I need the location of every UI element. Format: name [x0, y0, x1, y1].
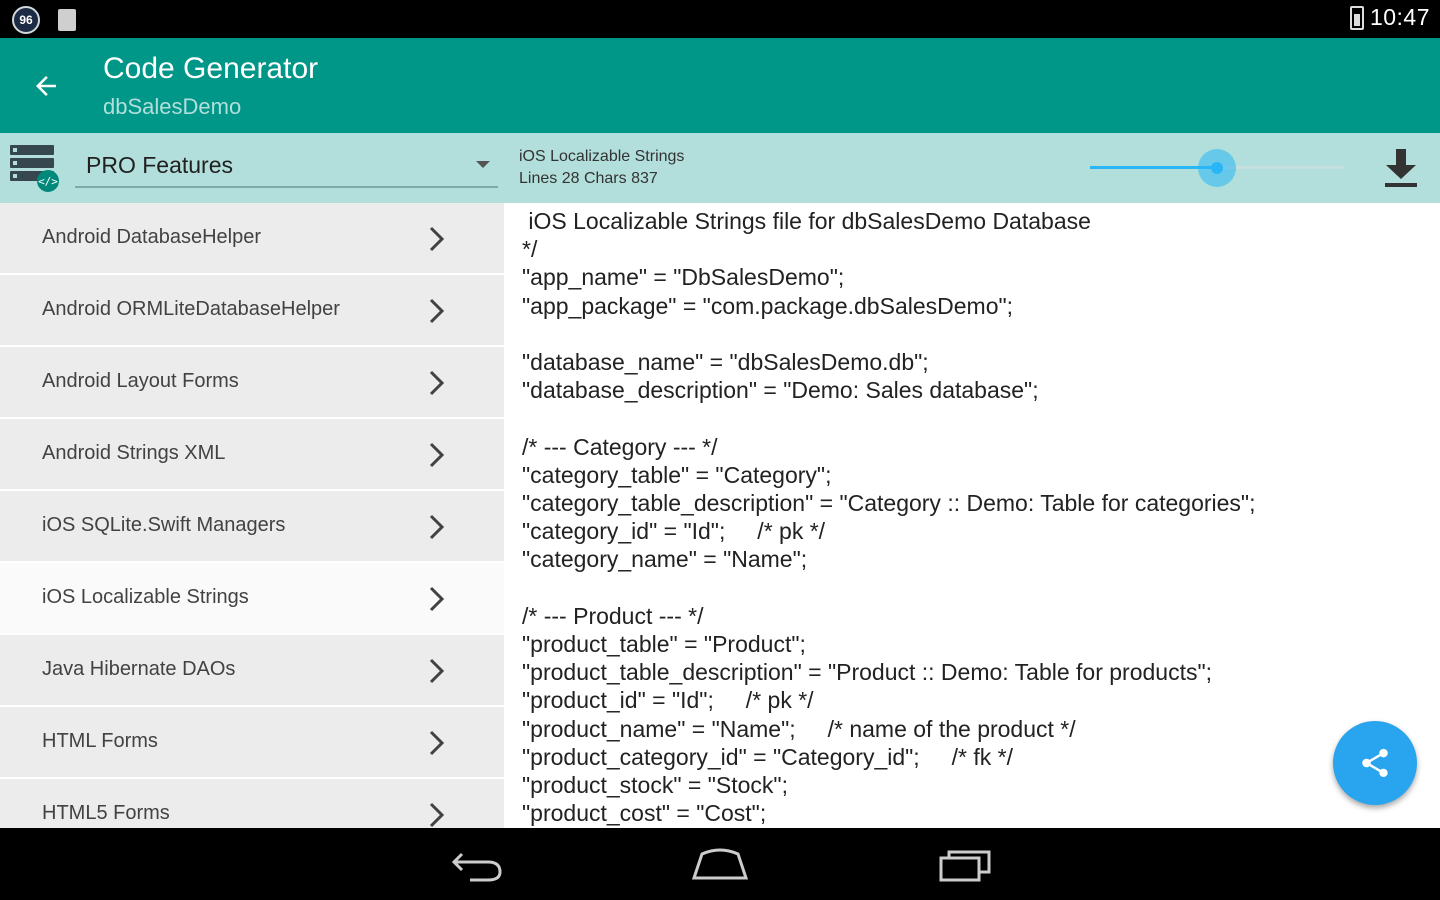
sd-card-icon [58, 9, 76, 31]
status-right: 10:47 [1349, 4, 1430, 31]
spinner-selected-label: PRO Features [86, 152, 233, 178]
code-line: "database_description" = "Demo: Sales da… [522, 377, 1039, 404]
chevron-right-icon [429, 298, 445, 324]
code-text: iOS Localizable Strings file for dbSales… [522, 207, 1255, 827]
list-item-label: iOS Localizable Strings [42, 586, 249, 608]
home-nav-icon[interactable] [690, 842, 750, 886]
list-item-label: Android DatabaseHelper [42, 226, 262, 248]
clock: 10:47 [1369, 4, 1430, 30]
notification-badge-icon: 96 [12, 6, 40, 34]
code-line: iOS Localizable Strings file for dbSales… [522, 208, 1091, 234]
code-line: "database_name" = "dbSalesDemo.db"; [522, 349, 929, 375]
share-button[interactable] [1333, 721, 1417, 805]
code-line: "product_table" = "Product"; [522, 631, 806, 657]
chevron-right-icon [429, 730, 445, 756]
list-item-label: Android Layout Forms [42, 370, 239, 392]
code-line: /* --- Category --- */ [522, 433, 718, 460]
code-line: */ [522, 236, 538, 263]
slider-thumb-core [1211, 162, 1223, 174]
chevron-right-icon [429, 658, 445, 684]
app-bar: Code Generator dbSalesDemo [0, 38, 1440, 133]
dropdown-arrow-icon [476, 161, 490, 168]
list-item-label: HTML5 Forms [42, 802, 170, 824]
file-info: iOS Localizable Strings Lines 28 Chars 8… [519, 146, 684, 190]
file-stats-label: Lines 28 Chars 837 [519, 170, 658, 187]
code-line: "app_name" = "DbSalesDemo"; [522, 264, 845, 291]
code-line: "category_name" = "Name"; [522, 546, 808, 573]
list-item-label: iOS SQLite.Swift Managers [42, 514, 286, 536]
list-item-label: Android ORMLiteDatabaseHelper [42, 298, 340, 320]
features-spinner[interactable]: PRO Features [75, 143, 498, 188]
file-name-label: iOS Localizable Strings [519, 148, 685, 165]
list-item-label: Android Strings XML [42, 442, 226, 464]
code-line: /* --- Product --- */ [522, 602, 704, 629]
back-nav-icon[interactable] [448, 842, 508, 886]
slider-thumb[interactable] [1198, 149, 1236, 187]
code-line: "category_table" = "Category"; [522, 461, 832, 488]
code-line: "product_table_description" = "Product :… [522, 659, 1213, 686]
list-item-label: Java Hibernate DAOs [42, 658, 236, 680]
download-button[interactable] [1380, 145, 1422, 191]
app-title: Code Generator [103, 52, 319, 85]
database-code-icon: </> [10, 145, 59, 192]
list-item[interactable]: Android Layout Forms [0, 347, 504, 419]
chevron-right-icon [429, 226, 445, 252]
list-item[interactable]: iOS Localizable Strings [0, 563, 504, 635]
code-view[interactable]: iOS Localizable Strings file for dbSales… [504, 203, 1440, 828]
generator-toolbar: </> PRO Features iOS Localizable Strings… [0, 133, 1440, 203]
list-item[interactable]: iOS SQLite.Swift Managers [0, 491, 504, 563]
code-line: "app_package" = "com.package.dbSalesDemo… [522, 292, 1014, 319]
recents-nav-icon[interactable] [935, 842, 995, 886]
font-size-slider[interactable] [1090, 149, 1344, 187]
list-item[interactable]: HTML5 Forms [0, 779, 504, 828]
list-item[interactable]: Android DatabaseHelper [0, 203, 504, 275]
status-left: 96 [12, 6, 76, 34]
list-item[interactable]: Java Hibernate DAOs [0, 635, 504, 707]
share-icon [1362, 748, 1388, 778]
chevron-right-icon [429, 442, 445, 468]
code-line: "product_id" = "Id"; /* pk */ [522, 687, 814, 714]
generator-list: Android DatabaseHelper Android ORMLiteDat… [0, 203, 504, 828]
code-line: "category_id" = "Id"; /* pk */ [522, 518, 826, 545]
svg-text:</>: </> [38, 175, 58, 188]
code-line: "product_cost" = "Cost"; [522, 800, 767, 827]
code-line: "category_table_description" = "Category… [522, 490, 1256, 516]
chevron-right-icon [429, 802, 445, 828]
back-button[interactable] [22, 62, 70, 110]
list-item[interactable]: Android Strings XML [0, 419, 504, 491]
chevron-right-icon [429, 370, 445, 396]
chevron-right-icon [429, 514, 445, 540]
code-line: "product_name" = "Name"; /* name of the … [522, 715, 1076, 742]
system-nav-bar [0, 828, 1440, 900]
chevron-right-icon [429, 586, 445, 612]
status-bar: 96 10:47 [0, 0, 1440, 38]
arrow-back-icon [36, 76, 56, 96]
battery-icon [1349, 5, 1364, 30]
code-line: "product_category_id" = "Category_id"; /… [522, 743, 1013, 770]
list-item[interactable]: HTML Forms [0, 707, 504, 779]
app-subtitle: dbSalesDemo [103, 94, 242, 119]
download-icon [1385, 149, 1417, 187]
list-item-label: HTML Forms [42, 730, 158, 752]
code-line: "product_stock" = "Stock"; [522, 772, 788, 799]
list-item[interactable]: Android ORMLiteDatabaseHelper [0, 275, 504, 347]
